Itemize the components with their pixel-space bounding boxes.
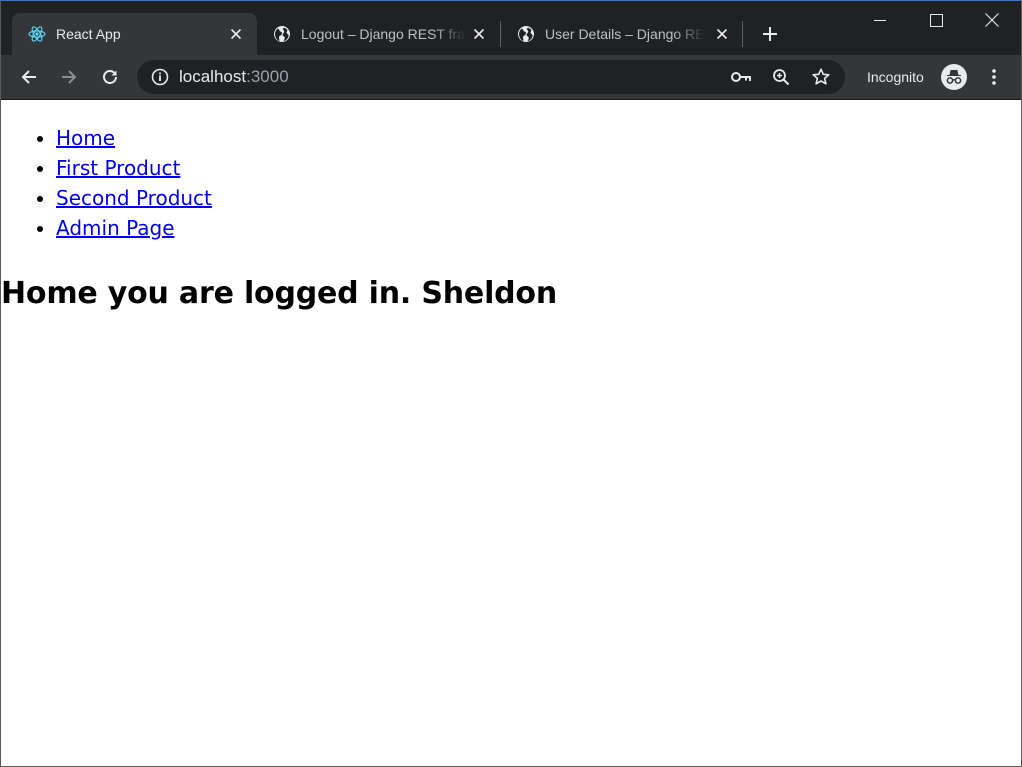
globe-icon (517, 25, 535, 43)
page-content: Home First Product Second Product Admin … (1, 100, 1021, 766)
tab-title: User Details – Django REST framework (545, 26, 705, 42)
browser-toolbar: localhost:3000 Incognito (1, 55, 1021, 100)
nav-list: Home First Product Second Product Admin … (1, 123, 212, 243)
first-product-link[interactable]: First Product (56, 156, 180, 180)
browser-menu-button[interactable] (981, 62, 1007, 92)
url-text[interactable]: localhost:3000 (179, 67, 289, 87)
minimize-icon (874, 20, 886, 21)
maximize-icon (929, 13, 943, 27)
close-tab-icon[interactable] (227, 25, 245, 43)
address-bar[interactable]: localhost:3000 (137, 60, 845, 94)
site-info-icon[interactable] (150, 67, 170, 87)
close-icon (985, 13, 999, 27)
tab-separator (742, 21, 743, 47)
back-button[interactable] (14, 62, 44, 92)
tab-logout[interactable]: Logout – Django REST framework (257, 13, 500, 55)
url-host: localhost (179, 67, 247, 86)
nav-item: Home (56, 123, 212, 153)
tab-react-app[interactable]: React App (12, 13, 257, 55)
url-port: :3000 (246, 67, 289, 86)
tab-user-details[interactable]: User Details – Django REST framework (501, 13, 743, 55)
forward-arrow-icon (62, 70, 77, 84)
bookmark-star-icon[interactable] (811, 67, 831, 87)
forward-button[interactable] (54, 62, 84, 92)
minimize-button[interactable] (852, 1, 908, 39)
new-tab-button[interactable] (756, 20, 784, 48)
reload-button[interactable] (95, 62, 125, 92)
second-product-link[interactable]: Second Product (56, 186, 212, 210)
close-window-button[interactable] (964, 1, 1020, 39)
tab-title: Logout – Django REST framework (301, 26, 466, 42)
incognito-icon[interactable] (941, 64, 967, 90)
reload-icon (103, 70, 117, 84)
maximize-button[interactable] (908, 1, 964, 39)
tab-title: React App (56, 26, 121, 42)
page-heading: Home you are logged in. Sheldon (1, 276, 557, 311)
browser-window: React App Logout – Django REST framework (0, 0, 1022, 767)
kebab-menu-icon (992, 69, 996, 85)
plus-icon (763, 27, 777, 41)
zoom-icon[interactable] (771, 67, 791, 87)
nav-item: Second Product (56, 183, 212, 213)
tab-strip: React App Logout – Django REST framework (1, 1, 1021, 55)
incognito-label: Incognito (867, 69, 924, 85)
admin-page-link[interactable]: Admin Page (56, 216, 175, 240)
nav-item: First Product (56, 153, 212, 183)
key-icon[interactable] (731, 67, 751, 87)
back-arrow-icon (21, 70, 36, 84)
globe-icon (273, 25, 291, 43)
close-tab-icon[interactable] (470, 25, 488, 43)
nav-item: Admin Page (56, 213, 212, 243)
react-icon (28, 25, 46, 43)
home-link[interactable]: Home (56, 126, 115, 150)
close-tab-icon[interactable] (713, 25, 731, 43)
